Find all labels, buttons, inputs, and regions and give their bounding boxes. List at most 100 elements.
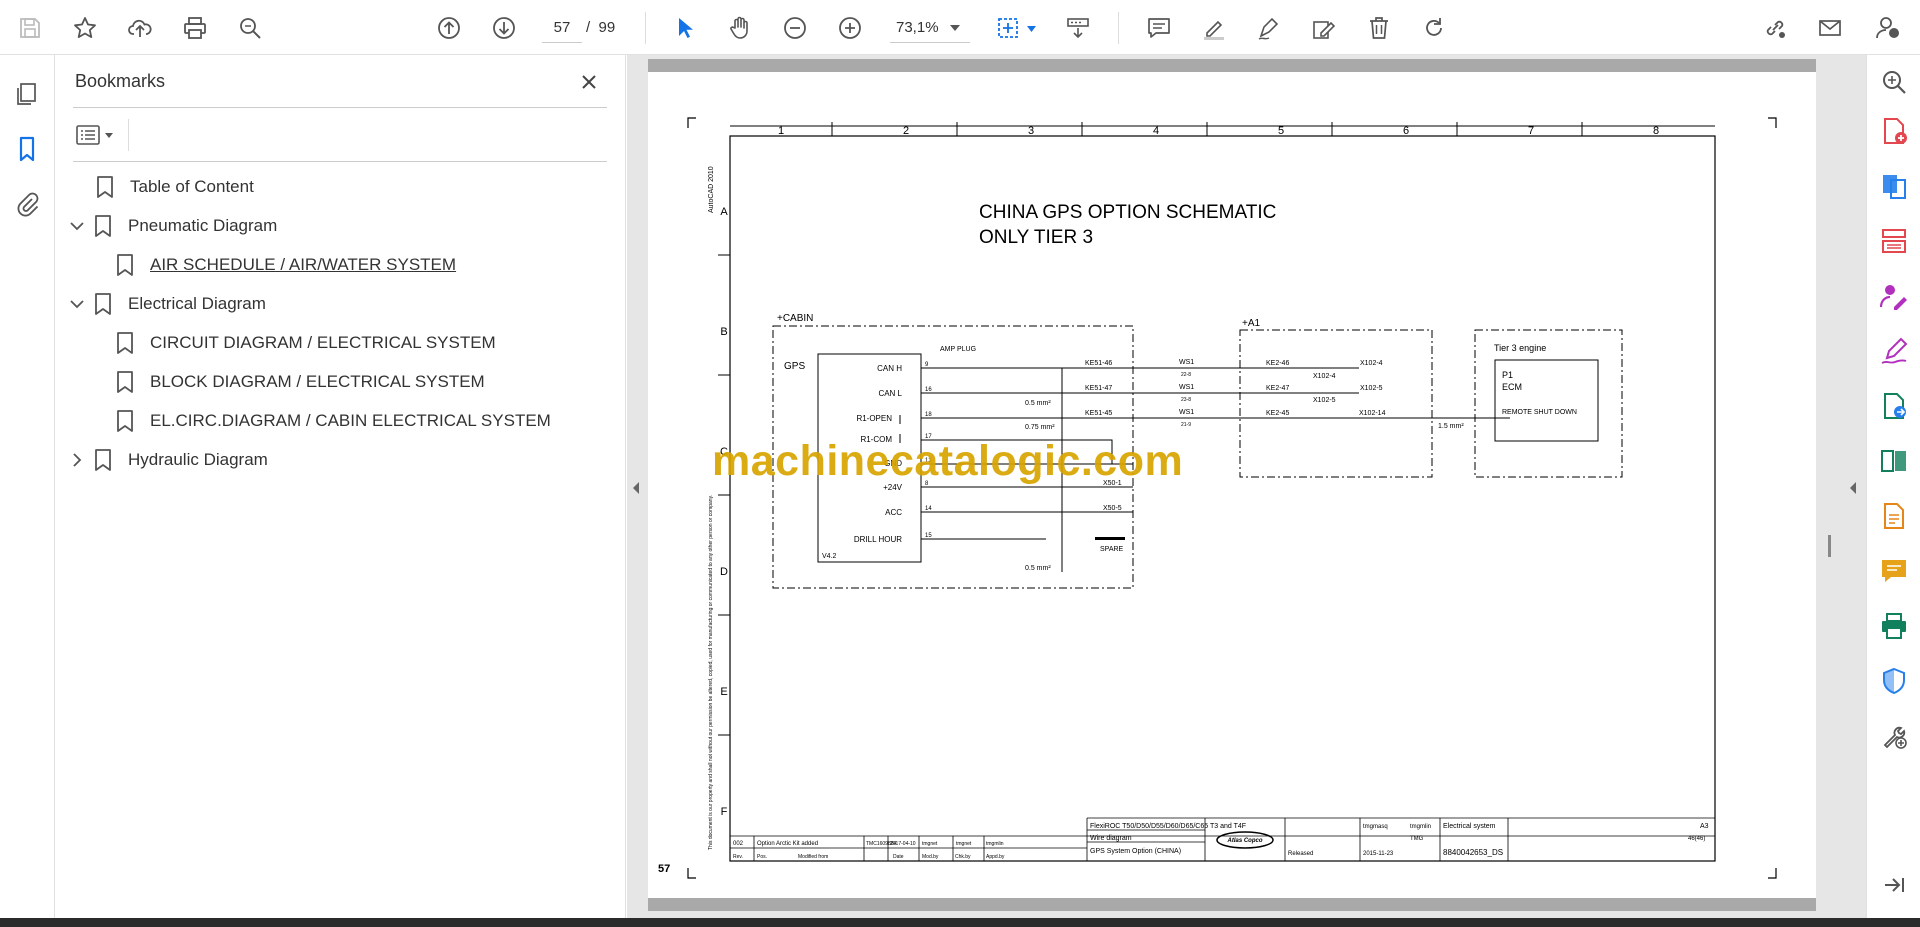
hand-tool-icon[interactable] <box>722 10 758 46</box>
close-icon[interactable] <box>576 69 602 95</box>
chevron-down-icon[interactable] <box>66 293 88 315</box>
bookmark-item-cabin-electrical[interactable]: EL.CIRC.DIAGRAM / CABIN ELECTRICAL SYSTE… <box>116 405 551 437</box>
tb-header: Modified from <box>798 854 828 860</box>
collapse-right-panel-icon[interactable] <box>1846 478 1860 498</box>
ecm-line: P1 <box>1502 370 1513 380</box>
fill-sign-icon[interactable] <box>1879 336 1909 366</box>
row-letter: F <box>721 806 728 818</box>
tb-product: FlexiROC T50/D50/D55/D60/D65/C65 T3 and … <box>1090 823 1246 830</box>
ws-sublabel: 22-8 <box>1181 372 1191 378</box>
zoom-out-icon[interactable] <box>777 10 813 46</box>
chevron-down-icon[interactable] <box>1027 26 1036 32</box>
print-icon[interactable] <box>177 10 213 46</box>
tb-sheet: 46(46) <box>1688 836 1705 842</box>
scrollbar-thumb[interactable] <box>1828 535 1831 557</box>
page-label: 57 <box>658 863 670 875</box>
schematic-subtitle: ONLY TIER 3 <box>979 227 1093 248</box>
share-link-icon[interactable] <box>1757 10 1793 46</box>
tb-header: Rev. <box>733 854 743 860</box>
column-number: 4 <box>1153 125 1159 137</box>
bookmark-label: Electrical Diagram <box>128 294 266 313</box>
bookmark-icon <box>97 176 113 198</box>
next-page-icon[interactable] <box>486 10 522 46</box>
attachments-icon[interactable] <box>13 190 41 218</box>
draw-pen-icon[interactable] <box>1251 10 1287 46</box>
column-number: 6 <box>1403 125 1409 137</box>
comment-icon[interactable] <box>1141 10 1177 46</box>
page-thumbnails-icon[interactable] <box>13 80 41 108</box>
engine-label: Tier 3 engine <box>1494 343 1546 353</box>
ke2-label: KE2-46 <box>1266 360 1289 367</box>
fit-page-icon[interactable] <box>990 10 1026 46</box>
zoom-value: 73,1% <box>896 19 939 36</box>
select-cursor-icon[interactable] <box>667 10 703 46</box>
ecm-line: REMOTE SHUT DOWN <box>1502 409 1577 416</box>
watermark-text: machinecatalogic.com <box>712 437 1184 485</box>
send-for-review-icon[interactable] <box>1879 391 1909 421</box>
bookmark-icon <box>117 254 133 276</box>
tb-mod: tmgnet <box>922 841 938 847</box>
column-number: 1 <box>778 125 784 137</box>
tb-name: GPS System Option (CHINA) <box>1090 848 1181 855</box>
bookmark-item-air-schedule[interactable]: AIR SCHEDULE / AIR/WATER SYSTEM <box>116 249 456 281</box>
ws-label: WS1 <box>1179 409 1194 416</box>
gps-label: GPS <box>784 361 805 372</box>
star-bookmark-icon[interactable] <box>67 10 103 46</box>
chevron-down-icon[interactable] <box>66 215 88 237</box>
bookmark-item-table-of-content[interactable]: Table of Content <box>96 171 254 203</box>
print-production-icon[interactable] <box>1879 611 1909 641</box>
organize-pages-icon[interactable] <box>1879 226 1909 256</box>
page-number-input[interactable] <box>542 13 582 43</box>
bookmark-item-hydraulic-diagram[interactable]: Hydraulic Diagram <box>66 444 268 476</box>
compare-files-icon[interactable] <box>1879 446 1909 476</box>
ws-label: WS1 <box>1179 359 1194 366</box>
save-icon[interactable] <box>12 10 48 46</box>
request-signatures-icon[interactable] <box>1879 281 1909 311</box>
bookmark-item-block-diagram[interactable]: BLOCK DIAGRAM / ELECTRICAL SYSTEM <box>116 366 485 398</box>
bookmark-item-circuit-diagram[interactable]: CIRCUIT DIAGRAM / ELECTRICAL SYSTEM <box>116 327 496 359</box>
delete-icon[interactable] <box>1361 10 1397 46</box>
previous-page-icon[interactable] <box>431 10 467 46</box>
logo-text: Atlas Copco <box>1226 838 1262 844</box>
cloud-upload-icon[interactable] <box>122 10 158 46</box>
x102-label: X102-4 <box>1360 360 1383 367</box>
ke2-label: KE2-47 <box>1266 385 1289 392</box>
email-icon[interactable] <box>1812 10 1848 46</box>
zoom-search-icon[interactable] <box>1879 67 1909 97</box>
disclaimer-text: This document is our property and shall … <box>708 495 714 850</box>
create-pdf-icon[interactable] <box>1879 116 1909 146</box>
zoom-level-select[interactable]: 73,1% <box>890 13 970 43</box>
edit-text-icon[interactable] <box>1306 10 1342 46</box>
crop-marks <box>687 117 1777 879</box>
highlight-icon[interactable] <box>1196 10 1232 46</box>
divider <box>73 107 607 108</box>
bookmark-item-electrical-diagram[interactable]: Electrical Diagram <box>66 288 266 320</box>
bookmarks-panel-icon[interactable] <box>13 135 41 163</box>
bookmark-options-menu[interactable] <box>74 121 118 149</box>
search-icon[interactable] <box>232 10 268 46</box>
zoom-in-icon[interactable] <box>832 10 868 46</box>
chevron-right-icon[interactable] <box>66 449 88 471</box>
pin-label: DRILL HOUR <box>854 535 902 544</box>
scan-ocr-icon[interactable] <box>1879 501 1909 531</box>
tb-header: Date <box>893 854 904 860</box>
more-tools-icon[interactable] <box>1879 721 1909 751</box>
row-letter: A <box>720 206 728 218</box>
collapse-left-panel-icon[interactable] <box>629 478 643 498</box>
expand-panel-icon[interactable] <box>1879 870 1909 900</box>
document-viewport[interactable]: 1 2 3 4 5 6 7 8 A B C D E F AutoCAD 2010… <box>627 55 1867 927</box>
rotate-icon[interactable] <box>1416 10 1452 46</box>
tb-status: Released <box>1288 851 1313 857</box>
export-pdf-icon[interactable] <box>1879 171 1909 201</box>
tb-category: Electrical system <box>1443 823 1496 830</box>
comment-panel-icon[interactable] <box>1879 556 1909 586</box>
tb-change: Option Arctic Kit added <box>757 841 818 847</box>
protect-shield-icon[interactable] <box>1879 666 1909 696</box>
bookmark-item-pneumatic-diagram[interactable]: Pneumatic Diagram <box>66 210 277 242</box>
wire-label: KE51-46 <box>1085 360 1112 367</box>
spare-label: SPARE <box>1100 546 1124 553</box>
total-pages: 99 <box>598 19 616 36</box>
scroll-mode-icon[interactable] <box>1060 10 1096 46</box>
account-help-icon[interactable] <box>1870 10 1906 46</box>
tb-header: Appd.by <box>986 854 1005 860</box>
